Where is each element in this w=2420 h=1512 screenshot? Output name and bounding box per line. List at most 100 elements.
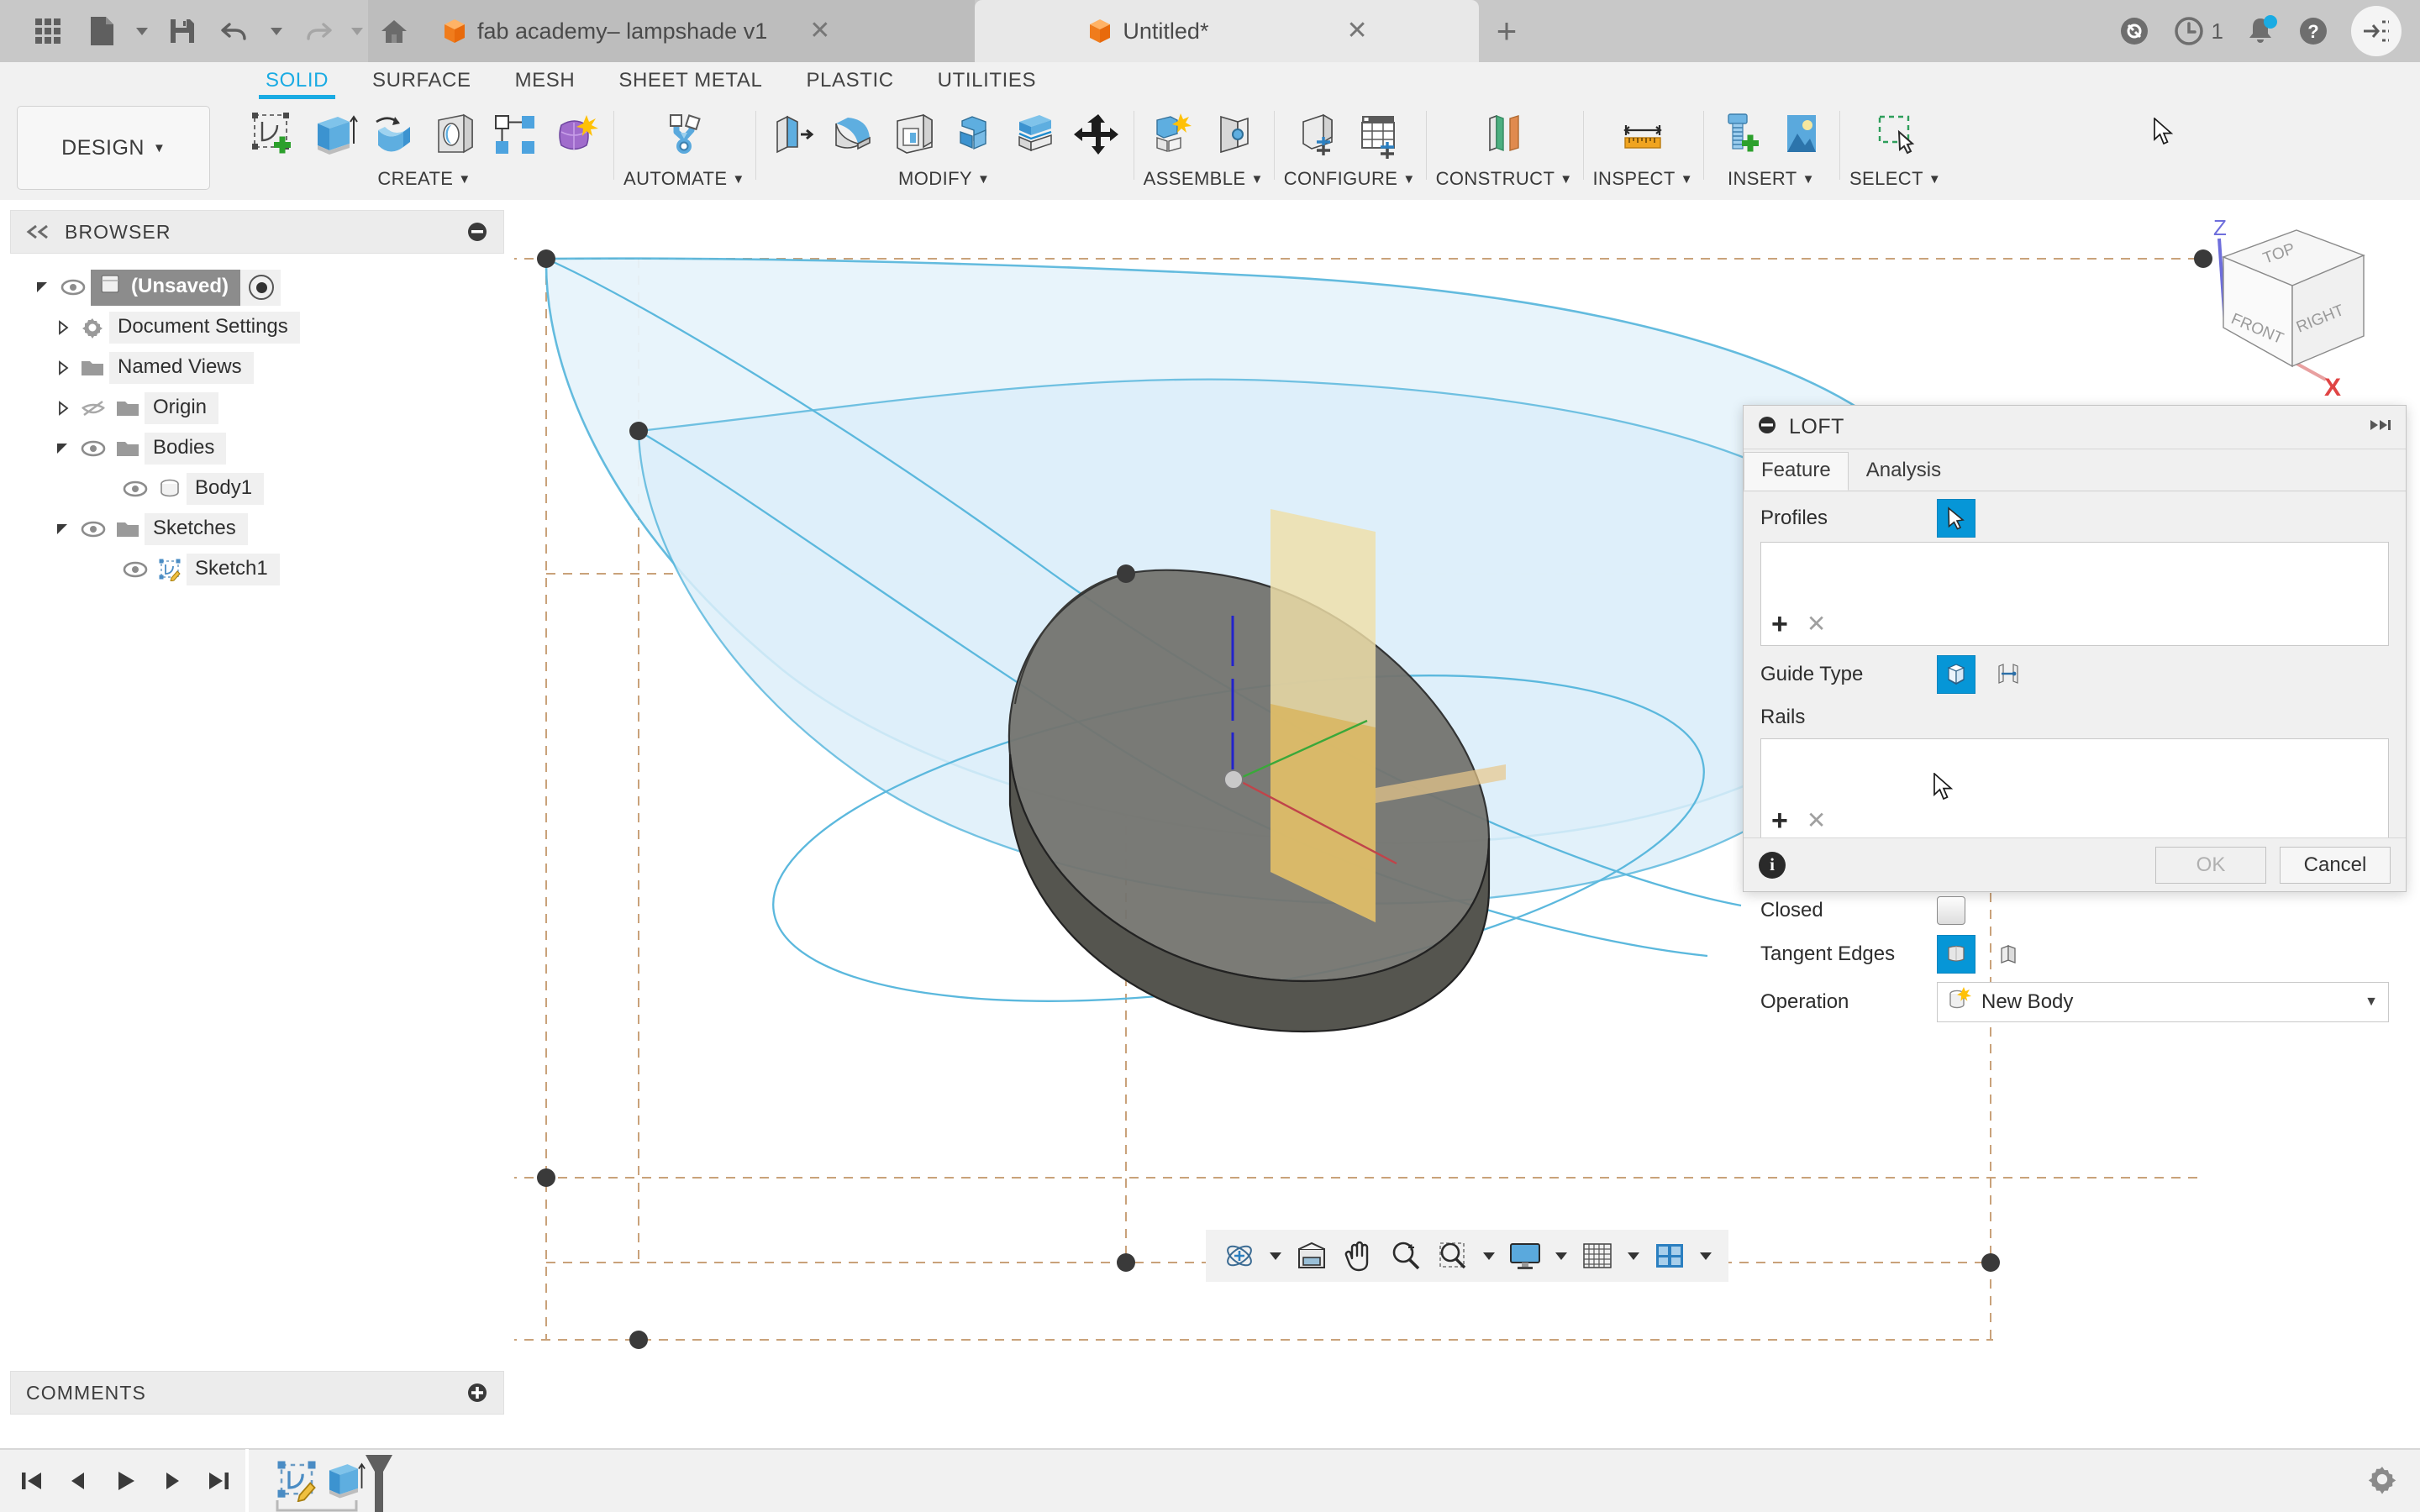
tab-surface[interactable]: SURFACE	[350, 66, 493, 99]
orbit-icon[interactable]	[1218, 1234, 1261, 1278]
tangent-edges-merge-icon[interactable]	[1937, 935, 1975, 974]
zoom-window-icon[interactable]	[1431, 1234, 1475, 1278]
twisty-down-icon[interactable]	[30, 280, 55, 295]
offset-plane-icon[interactable]	[1476, 104, 1532, 165]
selected-component-chip[interactable]: (Unsaved)	[91, 269, 281, 306]
twisty-down-icon[interactable]	[50, 522, 76, 537]
notifications-bell-icon[interactable]	[2245, 15, 2277, 47]
redo-icon[interactable]	[292, 7, 341, 55]
fillet-icon[interactable]	[826, 104, 881, 165]
timeline-step-forward-icon[interactable]	[153, 1459, 192, 1503]
activate-component-radio[interactable]	[249, 275, 275, 300]
select-window-icon[interactable]	[1868, 104, 1923, 165]
tab-plastic[interactable]: PLASTIC	[784, 66, 915, 99]
zoom-dropdown-caret[interactable]	[1478, 1234, 1500, 1278]
zoom-icon[interactable]	[1384, 1234, 1428, 1278]
timeline-go-end-icon[interactable]	[200, 1459, 239, 1503]
workspace-switcher[interactable]: DESIGN ▼	[17, 106, 210, 190]
timeline-play-icon[interactable]	[106, 1459, 145, 1503]
tab-solid[interactable]: SOLID	[244, 66, 350, 101]
loft-tab-feature[interactable]: Feature	[1744, 452, 1849, 491]
view-cube[interactable]: Z X TOP FRONT RIGHT	[2191, 215, 2402, 408]
job-status-clock-icon[interactable]: 1	[2173, 15, 2223, 47]
joint-icon[interactable]	[1206, 104, 1261, 165]
hole-icon[interactable]	[427, 104, 482, 165]
timeline-settings-gear-icon[interactable]	[2366, 1463, 2420, 1499]
timeline-step-back-icon[interactable]	[59, 1459, 97, 1503]
tree-item-bodies[interactable]: Bodies	[0, 428, 514, 469]
panel-label-select[interactable]: SELECT ▼	[1849, 168, 1941, 190]
operation-select[interactable]: New Body ▼	[1937, 982, 2389, 1022]
fast-forward-icon[interactable]	[2369, 418, 2392, 436]
profiles-remove-button[interactable]: ✕	[1807, 612, 1826, 636]
redo-dropdown-caret[interactable]	[346, 7, 368, 55]
home-button[interactable]	[368, 0, 420, 62]
undo-icon[interactable]	[212, 7, 260, 55]
insert-image-icon[interactable]	[1774, 104, 1829, 165]
tab-mesh[interactable]: MESH	[493, 66, 597, 99]
minus-circle-icon[interactable]	[466, 221, 488, 243]
configuration-table-icon[interactable]	[1352, 104, 1407, 165]
panel-label-insert[interactable]: INSERT ▼	[1728, 168, 1815, 190]
shell-icon[interactable]	[886, 104, 942, 165]
visibility-eye-hidden-icon[interactable]	[76, 399, 111, 417]
viewports-icon[interactable]	[1648, 1234, 1691, 1278]
twisty-down-icon[interactable]	[50, 441, 76, 456]
loft-tab-analysis[interactable]: Analysis	[1849, 452, 1959, 491]
centerline-guide-icon[interactable]	[1989, 655, 2028, 694]
profiles-selection-list[interactable]: + ✕	[1760, 542, 2389, 646]
new-file-icon[interactable]	[77, 7, 126, 55]
closed-checkbox[interactable]	[1937, 896, 1965, 925]
help-icon[interactable]: ?	[2297, 15, 2329, 47]
timeline-extrude-feature[interactable]	[321, 1457, 366, 1506]
tangent-edges-keep-icon[interactable]	[1989, 935, 2028, 974]
document-tab-close-icon[interactable]: ✕	[1346, 18, 1367, 44]
origin-point[interactable]	[1223, 769, 1244, 790]
display-settings-icon[interactable]	[1503, 1234, 1547, 1278]
twisty-right-icon[interactable]	[50, 401, 76, 416]
tree-item-sketches[interactable]: Sketches	[0, 509, 514, 549]
undo-dropdown-caret[interactable]	[266, 7, 287, 55]
timeline-go-start-icon[interactable]	[12, 1459, 50, 1503]
panel-label-modify[interactable]: MODIFY ▼	[898, 168, 990, 190]
panel-label-create[interactable]: CREATE ▼	[377, 168, 471, 190]
visibility-eye-icon[interactable]	[118, 561, 153, 578]
visibility-eye-icon[interactable]	[118, 480, 153, 497]
visibility-eye-icon[interactable]	[55, 279, 91, 296]
look-at-icon[interactable]	[1290, 1234, 1334, 1278]
save-icon[interactable]	[158, 7, 207, 55]
combine-icon[interactable]	[947, 104, 1002, 165]
rails-guide-icon[interactable]	[1937, 655, 1975, 694]
grid-snaps-caret[interactable]	[1623, 1234, 1644, 1278]
chevron-down-icon[interactable]: ▼	[2365, 995, 2378, 1010]
configure-design-icon[interactable]	[1292, 104, 1347, 165]
loft-dialog[interactable]: LOFT Feature Analysis Profiles + ✕ Guide…	[1743, 405, 2407, 1022]
tree-item-document-settings[interactable]: Document Settings	[0, 307, 514, 348]
visibility-eye-icon[interactable]	[76, 521, 111, 538]
tree-item-sketch1[interactable]: Sketch1	[0, 549, 514, 590]
form-icon[interactable]	[548, 104, 603, 165]
panel-label-assemble[interactable]: ASSEMBLE ▼	[1144, 168, 1264, 190]
tab-sheet-metal[interactable]: SHEET METAL	[597, 66, 784, 99]
rails-selection-list[interactable]: + ✕	[1760, 738, 2389, 843]
orbit-dropdown-caret[interactable]	[1265, 1234, 1286, 1278]
move-copy-icon[interactable]	[1068, 104, 1123, 165]
plus-circle-icon[interactable]	[466, 1382, 488, 1404]
create-sketch-icon[interactable]	[245, 104, 301, 165]
pattern-icon[interactable]	[487, 104, 543, 165]
viewports-caret[interactable]	[1695, 1234, 1717, 1278]
document-tab-lampshade[interactable]: fab academy– lampshade v1 ✕	[420, 0, 975, 62]
info-icon[interactable]: i	[1759, 851, 1786, 879]
cancel-button[interactable]: Cancel	[2280, 846, 2391, 884]
collapse-left-icon[interactable]	[26, 224, 50, 239]
tab-utilities[interactable]: UTILITIES	[916, 66, 1058, 99]
tree-item-body1[interactable]: Body1	[0, 469, 514, 509]
profiles-select-icon[interactable]	[1937, 499, 1975, 538]
tree-item-unsaved[interactable]: (Unsaved)	[0, 267, 514, 307]
panel-label-inspect[interactable]: INSPECT ▼	[1593, 168, 1693, 190]
timeline-sketch-feature[interactable]	[274, 1457, 319, 1506]
panel-toggle-icon[interactable]	[2351, 6, 2402, 56]
rails-add-button[interactable]: +	[1771, 806, 1788, 835]
new-component-icon[interactable]	[1145, 104, 1201, 165]
profiles-add-button[interactable]: +	[1771, 610, 1788, 638]
